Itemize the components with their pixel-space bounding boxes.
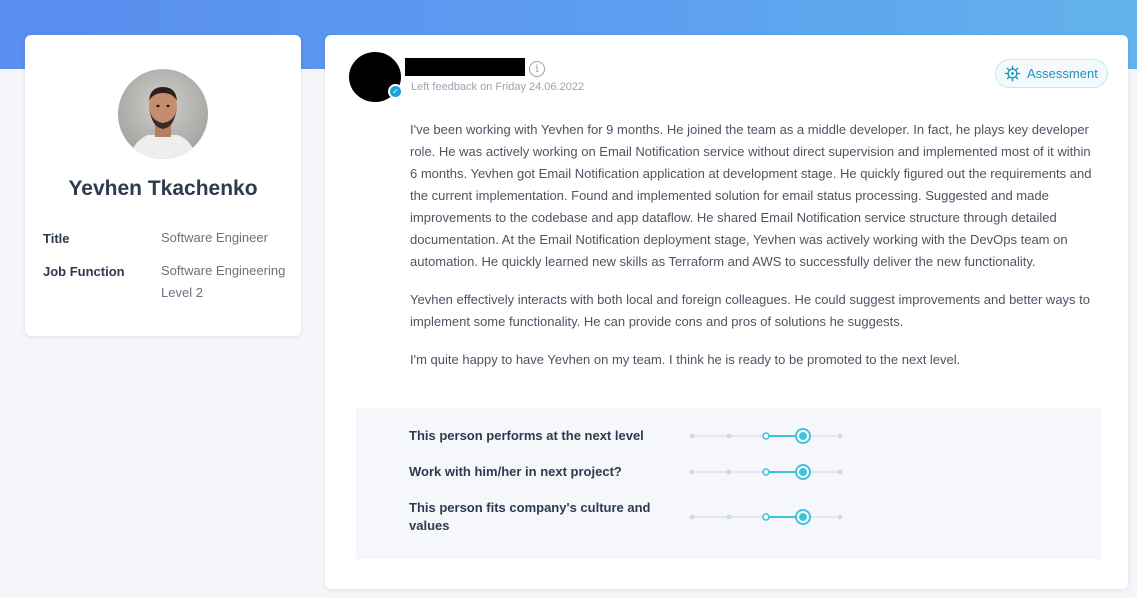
feedback-paragraph: Yevhen effectively interacts with both l… xyxy=(410,292,1091,329)
slider-handle-core xyxy=(799,432,807,440)
slider-handle-core xyxy=(799,468,807,476)
slider-tick[interactable] xyxy=(762,468,770,476)
slider-tick[interactable] xyxy=(837,433,843,439)
check-badge-icon: ✓ xyxy=(388,84,403,99)
feedback-date: Left feedback on Friday 24.06.2022 xyxy=(411,81,585,93)
compass-icon xyxy=(1004,65,1021,82)
job-function-value: Software Engineering Level 2 xyxy=(161,263,286,300)
slider-tick[interactable] xyxy=(689,433,695,439)
feedback-card: ✓ i Left feedback on Friday 24.06.2022 A… xyxy=(325,35,1128,589)
rating-slider[interactable] xyxy=(688,507,843,527)
slider-tick[interactable] xyxy=(762,513,770,521)
job-function-label: Job Function xyxy=(43,264,125,279)
title-value: Software Engineer xyxy=(161,230,268,245)
title-label: Title xyxy=(43,231,70,246)
assessment-label: Assessment xyxy=(1027,66,1098,81)
info-icon[interactable]: i xyxy=(529,61,545,77)
slider-tick[interactable] xyxy=(762,432,770,440)
rating-label: This person fits company's culture and v… xyxy=(409,500,651,533)
slider-handle-core xyxy=(799,513,807,521)
slider-tick[interactable] xyxy=(689,469,695,475)
feedback-text: I've been working with Yevhen for 9 mont… xyxy=(410,119,1100,387)
rating-label: This person performs at the next level xyxy=(409,428,644,443)
profile-card: Yevhen Tkachenko Title Software Engineer… xyxy=(25,35,301,336)
rating-slider[interactable] xyxy=(688,462,843,482)
profile-name: Yevhen Tkachenko xyxy=(68,177,258,200)
profile-avatar xyxy=(118,69,208,159)
feedback-paragraph: I've been working with Yevhen for 9 mont… xyxy=(410,122,1092,269)
author-name-redacted xyxy=(405,58,525,76)
slider-tick[interactable] xyxy=(726,469,732,475)
rating-slider[interactable] xyxy=(688,426,843,446)
slider-tick[interactable] xyxy=(726,433,732,439)
assessment-button[interactable]: Assessment xyxy=(995,59,1108,88)
slider-tick[interactable] xyxy=(689,514,695,520)
rating-label: Work with him/her in next project? xyxy=(409,464,622,479)
slider-tick[interactable] xyxy=(726,514,732,520)
slider-tick[interactable] xyxy=(837,469,843,475)
slider-tick[interactable] xyxy=(837,514,843,520)
ratings-panel: This person performs at the next level W… xyxy=(356,408,1101,559)
feedback-paragraph: I'm quite happy to have Yevhen on my tea… xyxy=(410,352,961,367)
